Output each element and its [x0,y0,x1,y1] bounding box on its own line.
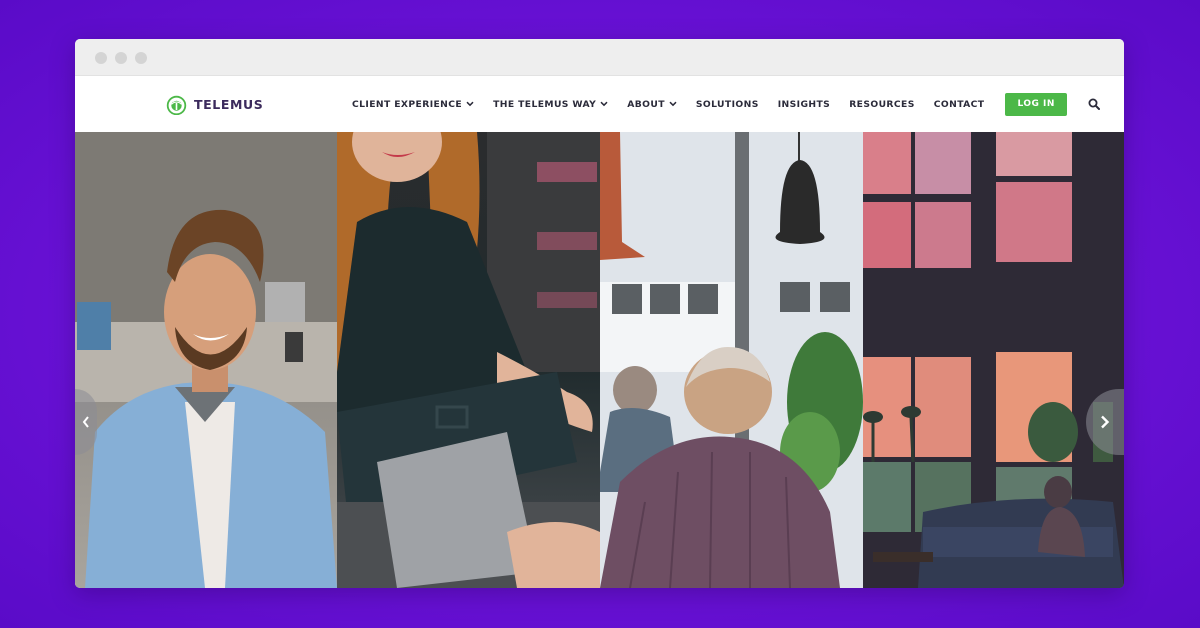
hero-image-older-man [600,132,863,588]
older-man-illustration [600,132,863,588]
brand-logo[interactable]: TELEMUS [166,94,263,115]
telemus-logo-icon [166,95,187,115]
woman-tablet-illustration [337,132,600,588]
chevron-right-icon [1101,415,1110,429]
nav-item-label: ABOUT [627,98,665,110]
nav-item-label: CLIENT EXPERIENCE [352,98,463,110]
chevron-down-icon [669,101,677,107]
browser-chrome [75,39,1124,76]
nav-item-about[interactable]: ABOUT [627,99,677,110]
search-icon[interactable] [1088,98,1100,110]
chevron-down-icon [600,101,608,107]
window-dot-minimize[interactable] [115,52,127,64]
site-header: TELEMUS CLIENT EXPERIENCE THE TELEMUS WA… [75,76,1124,132]
login-button[interactable]: LOG IN [1005,92,1067,116]
chevron-down-icon [466,101,474,107]
nav-item-label: INSIGHTS [777,98,831,110]
living-room-illustration [863,132,1124,588]
brand-name: TELEMUS [194,97,264,112]
nav-item-label: THE TELEMUS WAY [493,98,597,110]
chevron-left-icon [82,416,89,428]
browser-window: TELEMUS CLIENT EXPERIENCE THE TELEMUS WA… [75,39,1124,588]
hero-image-living-room [863,132,1124,588]
nav-item-label: SOLUTIONS [695,98,759,110]
nav-item-label: CONTACT [933,98,985,110]
nav-item-the-telemus-way[interactable]: THE TELEMUS WAY [493,99,608,110]
smiling-man-illustration [75,132,337,588]
nav-item-solutions[interactable]: SOLUTIONS [696,99,759,110]
hero-image-smiling-man [75,132,337,588]
nav-item-insights[interactable]: INSIGHTS [778,99,830,110]
window-dot-maximize[interactable] [135,52,147,64]
hero-carousel [75,132,1124,588]
nav-item-resources[interactable]: RESOURCES [849,99,915,110]
nav-item-contact[interactable]: CONTACT [934,99,985,110]
hero-image-woman-tablet [337,132,600,588]
window-dot-close[interactable] [95,52,107,64]
nav-item-label: RESOURCES [849,98,915,110]
nav-item-client-experience[interactable]: CLIENT EXPERIENCE [352,99,474,110]
main-menu: CLIENT EXPERIENCE THE TELEMUS WAY ABOUT … [352,76,1100,132]
